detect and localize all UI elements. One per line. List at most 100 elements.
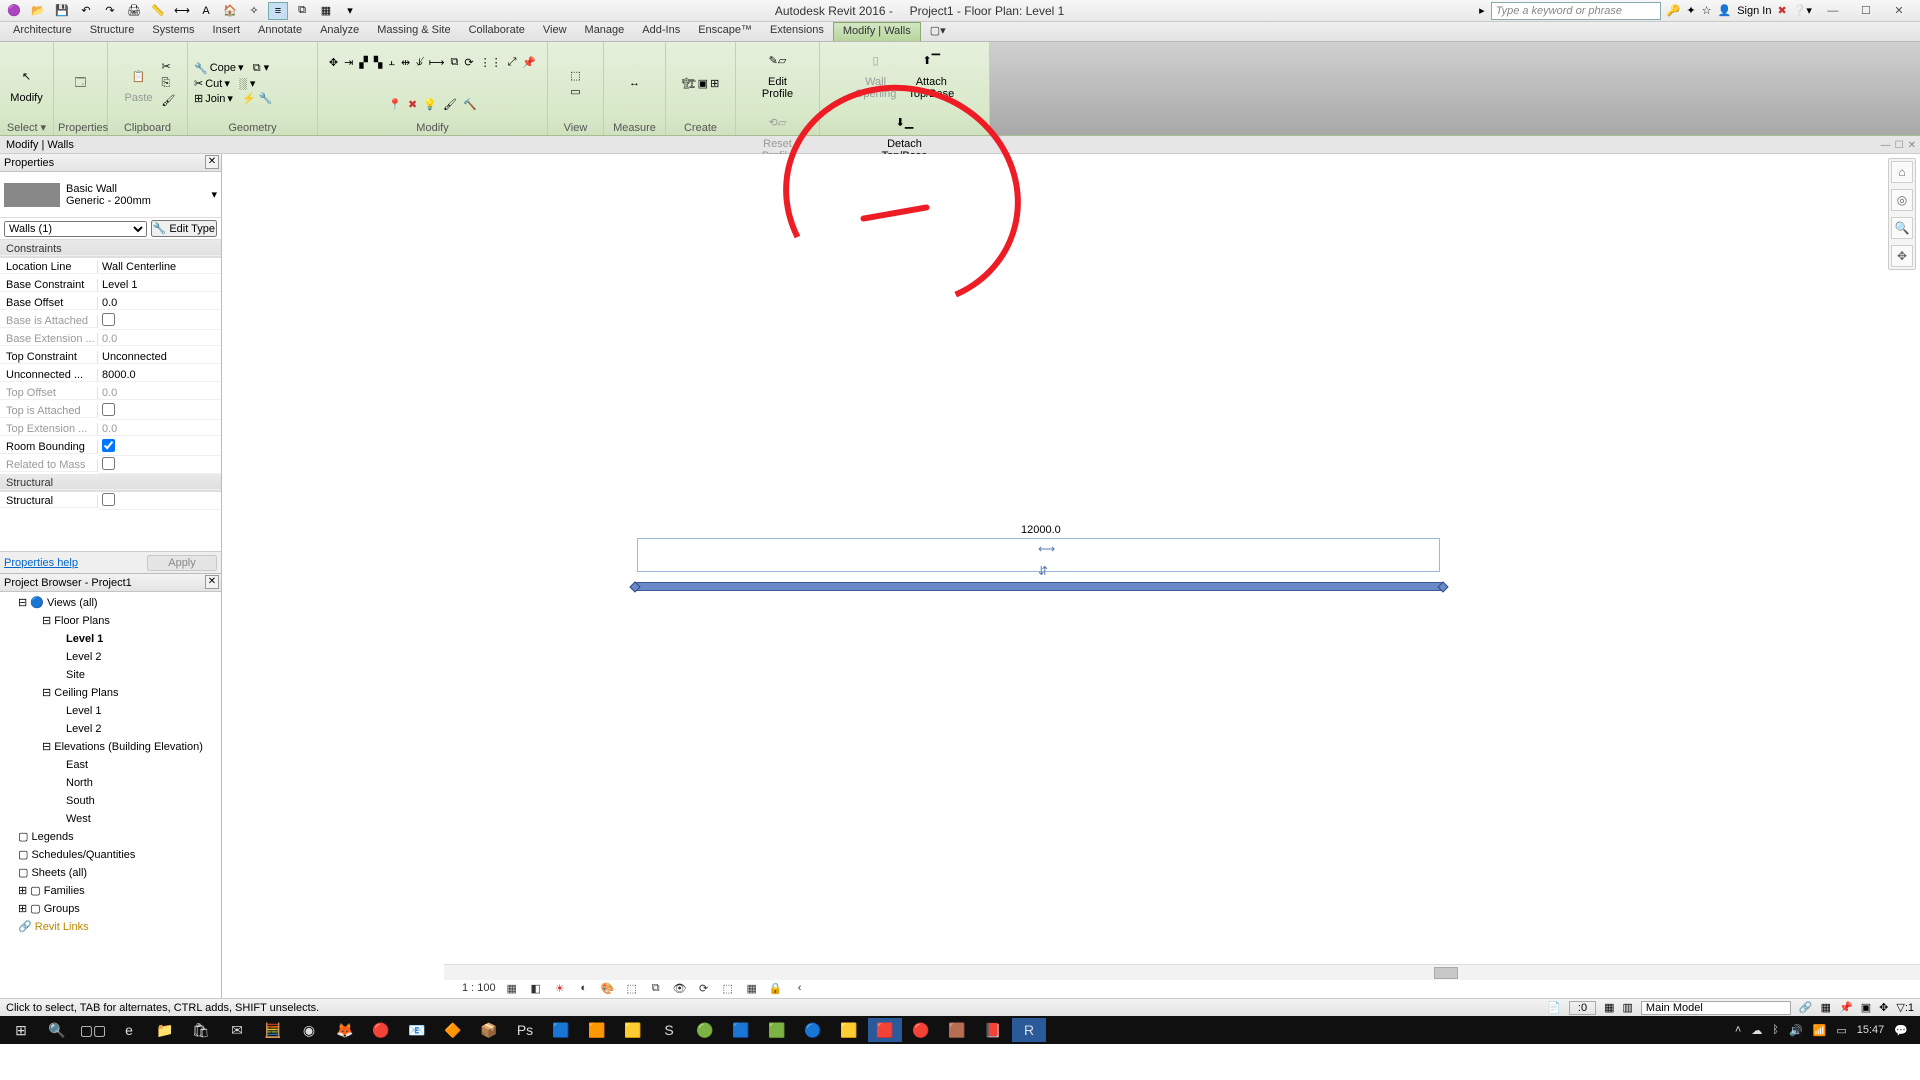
prop-row[interactable]: Related to Mass [0,456,221,474]
filter-icon[interactable]: ▽:1 [1896,1001,1914,1014]
prop-row[interactable]: Top is Attached [0,402,221,420]
minimize-button[interactable]: — [1818,5,1848,17]
node-legends[interactable]: ▢ Legends [4,828,217,846]
app3-icon[interactable]: 🟨 [616,1018,650,1042]
prop-value[interactable]: 0.0 [98,297,221,310]
prop-value[interactable]: Wall Centerline [98,261,221,274]
node-west[interactable]: West [4,810,217,828]
node-families[interactable]: ⊞ ▢ Families [4,882,217,900]
delete-icon[interactable]: ✖ [408,98,417,111]
node-schedules[interactable]: ▢ Schedules/Quantities [4,846,217,864]
create-similar-icon[interactable]: 🏗 [682,77,696,90]
tray-net-icon[interactable]: 📶 [1813,1024,1827,1037]
split-icon[interactable]: ⇹ [401,56,410,69]
render-icon[interactable]: 🎨 [600,980,616,996]
signin-button[interactable]: Sign In [1737,5,1771,17]
tab-manage[interactable]: Manage [576,22,634,41]
tray-up-icon[interactable]: ˄ [1735,1024,1741,1036]
trim-icon[interactable]: ⫝̸ [416,56,423,69]
save-icon[interactable]: 💾 [52,2,72,20]
search-task-icon[interactable]: 🔍 [40,1018,74,1042]
text-icon[interactable]: A [196,2,216,20]
tray-lang-icon[interactable]: ▭ [1836,1024,1846,1037]
calc-icon[interactable]: 🧮 [256,1018,290,1042]
revit-task-icon[interactable]: R [1012,1018,1046,1042]
edit-type-button[interactable]: 🔧 Edit Type [151,220,217,237]
scroll-thumb[interactable] [1434,967,1458,979]
tray-clock[interactable]: 15:47 [1857,1024,1885,1036]
unpin-icon[interactable]: 📍 [388,98,402,111]
prop-row[interactable]: Top ConstraintUnconnected [0,348,221,366]
node-c-level1[interactable]: Level 1 [4,702,217,720]
node-elevations[interactable]: ⊟ Elevations (Building Elevation) [4,738,217,756]
type-selector[interactable]: Basic Wall Generic - 200mm ▾ [0,172,221,218]
temp-dimension[interactable]: 12000.0 [1021,524,1061,536]
hide-icon[interactable]: ⬚ [570,69,580,82]
assembly-icon[interactable]: ⊞ [710,77,719,90]
crop-icon[interactable]: ⬚ [624,980,640,996]
browser-title[interactable]: Project Browser - Project1✕ [0,574,221,592]
home-icon[interactable]: ⌂ [1891,161,1913,183]
start-button[interactable]: ⊞ [4,1018,38,1042]
visual-style-icon[interactable]: ◧ [528,980,544,996]
firefox-icon[interactable]: 🦊 [328,1018,362,1042]
cut-clipboard-icon[interactable]: ✂ [162,60,176,73]
group-icon[interactable]: ▣ [698,77,708,90]
offset-icon[interactable]: ⇥ [344,56,353,69]
edge-icon[interactable]: e [112,1018,146,1042]
app8-icon[interactable]: 🟥 [868,1018,902,1042]
flip-vert-icon[interactable]: ⇵ [1038,564,1048,578]
prop-row[interactable]: Base Extension ...0.0 [0,330,221,348]
main-model-dropdown[interactable]: Main Model [1641,1001,1791,1015]
explorer-icon[interactable]: 📁 [148,1018,182,1042]
tab-addins[interactable]: Add-Ins [633,22,689,41]
thinlines-icon[interactable]: ≡ [268,2,288,20]
prop-value[interactable] [98,313,221,330]
select-face-icon[interactable]: ▣ [1861,1001,1871,1014]
close-button[interactable]: ✕ [1884,4,1914,17]
prop-row[interactable]: Room Bounding [0,438,221,456]
skype-icon[interactable]: S [652,1018,686,1042]
tab-analyze[interactable]: Analyze [311,22,368,41]
app9-icon[interactable]: 🔴 [904,1018,938,1042]
section-icon[interactable]: ✧ [244,2,264,20]
prop-row[interactable]: Unconnected ...8000.0 [0,366,221,384]
select-underlay-icon[interactable]: ▦ [1821,1001,1831,1014]
app4-icon[interactable]: 🟦 [724,1018,758,1042]
tab-insert[interactable]: Insert [204,22,250,41]
move-icon[interactable]: ✥ [329,56,338,69]
print-icon[interactable]: 🖨 [124,2,144,20]
design-options-icon[interactable]: ▥ [1623,1001,1633,1014]
drawing-canvas[interactable]: 12000.0 ⟷ ⇵ ⌂ ◎ 🔍 ✥ — ☐ ✕ 1 : 100 ▦ ◧ ☀ … [222,154,1920,998]
panel-select-label[interactable]: Select ▾ [4,121,49,135]
prop-value[interactable] [98,403,221,420]
spotify-icon[interactable]: 🟢 [688,1018,722,1042]
left-arrow-icon[interactable]: ‹ [792,980,808,996]
vlc-icon[interactable]: 🔶 [436,1018,470,1042]
tray-vol-icon[interactable]: 🔊 [1789,1024,1803,1037]
light-icon[interactable]: 💡 [423,98,437,111]
pin-icon[interactable]: 📌 [522,56,536,69]
maximize-button[interactable]: ☐ [1851,4,1881,17]
node-sheets[interactable]: ▢ Sheets (all) [4,864,217,882]
demolish-icon[interactable]: 🔨 [463,98,477,111]
favorites-icon[interactable]: ☆ [1702,4,1712,17]
node-north[interactable]: North [4,774,217,792]
type-drop-icon[interactable]: ▾ [211,188,217,201]
tab-view[interactable]: View [534,22,576,41]
exchange-icon[interactable]: ✖ [1777,4,1786,17]
view-min-icon[interactable]: — [1881,140,1891,151]
browser-tree[interactable]: ⊟ 🔵 Views (all) ⊟ Floor Plans Level 1 Le… [0,592,221,998]
prop-value[interactable] [98,439,221,456]
app10-icon[interactable]: 🟫 [940,1018,974,1042]
measure-button[interactable]: ↔ [616,66,654,100]
node-c-level2[interactable]: Level 2 [4,720,217,738]
tab-structure[interactable]: Structure [81,22,144,41]
prop-row-structural[interactable]: Structural [0,492,221,510]
outlook-icon[interactable]: 📧 [400,1018,434,1042]
properties-button[interactable]: 🗔 [62,66,100,100]
taskview-icon[interactable]: ▢▢ [76,1018,110,1042]
app7-icon[interactable]: 🟨 [832,1018,866,1042]
properties-title[interactable]: Properties✕ [0,154,221,172]
prop-checkbox[interactable] [102,313,115,326]
